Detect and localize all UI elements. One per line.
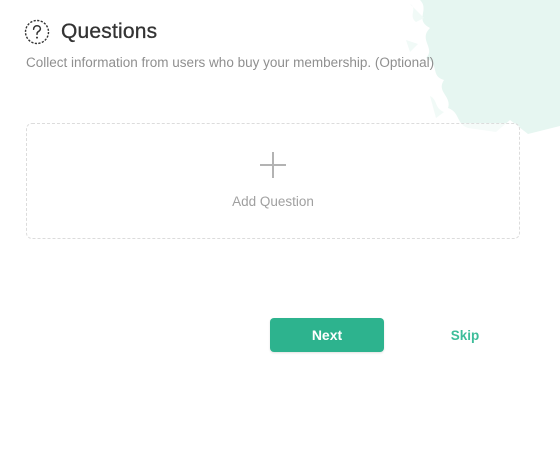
add-question-button[interactable]: Add Question [26, 123, 520, 239]
background-splash [406, 0, 560, 134]
skip-button[interactable]: Skip [441, 318, 489, 352]
page-title: Questions [61, 20, 158, 43]
header: Questions [24, 19, 157, 45]
page-subtitle: Collect information from users who buy y… [26, 55, 435, 70]
next-button[interactable]: Next [270, 318, 384, 352]
plus-icon [260, 152, 286, 178]
question-circle-icon [24, 19, 50, 45]
add-question-label: Add Question [232, 194, 314, 209]
